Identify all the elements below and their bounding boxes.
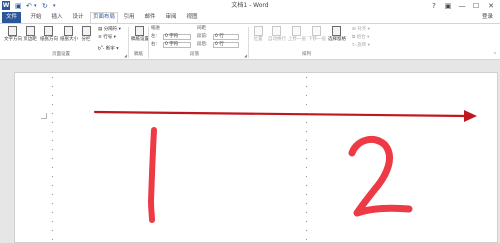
- ribbon-tabs: 文件 开始 插入 设计 页面布局 引用 邮件 审阅 视图 登录: [0, 12, 500, 23]
- indent-right-label: 右:: [151, 42, 158, 47]
- handwritten-number-2: [348, 135, 413, 217]
- tab-page-layout[interactable]: 页面布局: [90, 12, 118, 23]
- indent-left-label: 左:: [151, 34, 158, 39]
- paragraph-group-label: 段落: [190, 52, 199, 57]
- size-button[interactable]: 纸张大小: [60, 26, 78, 42]
- tab-references[interactable]: 引用: [121, 12, 137, 23]
- columns-icon: [81, 26, 91, 36]
- divider: [248, 27, 249, 58]
- document-area: [0, 60, 500, 243]
- rotate-button[interactable]: ↻ 旋转 ▾: [352, 43, 370, 49]
- text-direction-icon: [7, 26, 17, 36]
- margins-button[interactable]: 页边距: [23, 26, 37, 42]
- indent-left-input[interactable]: 0 字符: [163, 34, 191, 40]
- send-backward-button[interactable]: 下移一层: [308, 26, 326, 42]
- spacing-before-label: 段前:: [197, 34, 208, 39]
- manuscript-icon: [134, 26, 144, 36]
- selection-pane-icon: [331, 26, 341, 36]
- columns-button[interactable]: 分栏: [80, 26, 92, 42]
- selection-pane-button[interactable]: 选择窗格: [328, 26, 346, 42]
- close-icon[interactable]: ✕: [485, 0, 497, 12]
- sign-in-link[interactable]: 登录: [482, 12, 493, 23]
- title-bar: W ▣ ↶ ▾ ↻ ▾ 文档1 - Word ? ▣ — ☐ ✕: [0, 0, 500, 12]
- red-arrow: [93, 110, 477, 122]
- send-backward-icon: [311, 26, 321, 36]
- paragraph-launcher-icon[interactable]: ◢: [244, 53, 247, 58]
- tab-review[interactable]: 审阅: [163, 12, 179, 23]
- position-icon: [253, 26, 263, 36]
- spacing-header: 间距: [197, 26, 206, 31]
- manuscript-settings-button[interactable]: 稿纸设置: [131, 26, 149, 42]
- tab-view[interactable]: 视图: [184, 12, 200, 23]
- ribbon: 文字方向 页边距 纸张方向 纸张大小 分栏 ▤ 分隔符 ▾ ≡ 行号 ▾ ba-…: [0, 23, 500, 60]
- position-button[interactable]: 位置: [252, 26, 264, 42]
- tab-home[interactable]: 开始: [28, 12, 44, 23]
- maximize-icon[interactable]: ☐: [470, 0, 482, 12]
- breaks-button[interactable]: ▤ 分隔符 ▾: [98, 27, 121, 33]
- arrow-head: [464, 110, 477, 122]
- document-page[interactable]: [14, 72, 498, 243]
- arrange-group-label: 排列: [302, 52, 311, 57]
- tab-file[interactable]: 文件: [2, 12, 21, 23]
- arrow-shaft: [93, 110, 469, 118]
- collapse-ribbon-icon[interactable]: ⌃: [493, 52, 497, 58]
- divider: [128, 27, 129, 58]
- bring-forward-icon: [291, 26, 301, 36]
- bring-forward-button[interactable]: 上移一层: [288, 26, 306, 42]
- spacing-after-input[interactable]: 0 行: [213, 42, 239, 48]
- help-icon[interactable]: ?: [428, 0, 440, 12]
- text-direction-button[interactable]: 文字方向: [4, 26, 22, 42]
- handwritten-number-1: [148, 127, 157, 223]
- tab-insert[interactable]: 插入: [49, 12, 65, 23]
- tab-mailings[interactable]: 邮件: [142, 12, 158, 23]
- wrap-text-button[interactable]: 自动换行: [268, 26, 286, 42]
- orientation-button[interactable]: 纸张方向: [40, 26, 58, 42]
- line-numbers-button[interactable]: ≡ 行号 ▾: [98, 35, 116, 41]
- group-button[interactable]: ⧉ 组合 ▾: [352, 35, 369, 41]
- window-title: 文档1 - Word: [231, 2, 269, 9]
- handwriting-canvas: [93, 110, 477, 223]
- wrap-text-icon: [271, 26, 281, 36]
- orientation-icon: [43, 26, 53, 36]
- ribbon-display-options-icon[interactable]: ▣: [442, 0, 454, 12]
- tab-design[interactable]: 设计: [70, 12, 86, 23]
- page-setup-group-label: 页面设置: [52, 52, 70, 57]
- hyphenation-button[interactable]: ba- 断字 ▾: [98, 43, 118, 53]
- spacing-after-label: 段后:: [197, 42, 208, 47]
- indent-header: 缩进: [151, 26, 160, 31]
- divider: [148, 27, 149, 58]
- manuscript-group-label: 稿纸: [134, 52, 143, 57]
- margins-icon: [25, 26, 35, 36]
- page-setup-launcher-icon[interactable]: ◢: [124, 53, 127, 58]
- spacing-before-input[interactable]: 0 行: [213, 34, 239, 40]
- paper-size-icon: [63, 26, 73, 36]
- word-window: W ▣ ↶ ▾ ↻ ▾ 文档1 - Word ? ▣ — ☐ ✕ 文件 开始 插…: [0, 0, 500, 243]
- align-button[interactable]: ⊞ 对齐 ▾: [352, 27, 370, 33]
- minimize-icon[interactable]: —: [456, 0, 468, 12]
- indent-right-input[interactable]: 0 字符: [163, 42, 191, 48]
